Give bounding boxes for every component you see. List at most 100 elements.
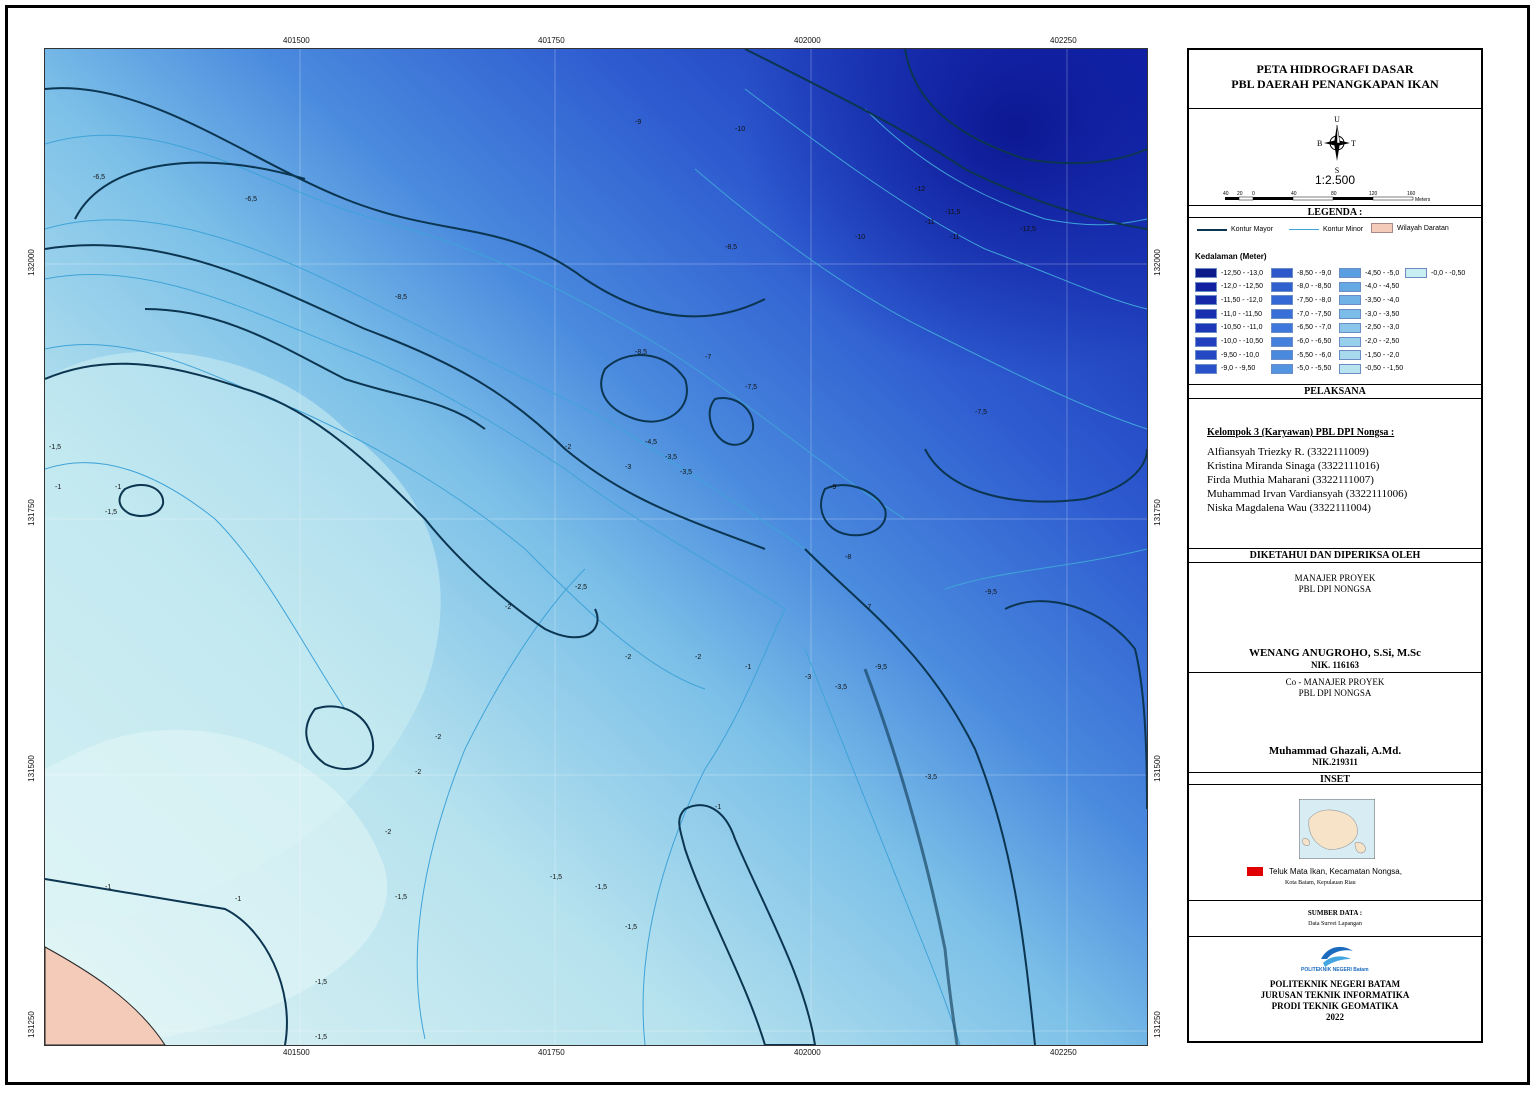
contour-label: -8,5 (725, 244, 737, 251)
contour-label: -2 (505, 604, 511, 611)
map-info-panel: PETA HIDROGRAFI DASAR PBL DAERAH PENANGK… (1187, 48, 1483, 1043)
inset-marker (1247, 867, 1263, 876)
co-manager-name: Muhammad Ghazali, A.Md. (1268, 745, 1402, 757)
depth-class-label: -12,0 - -12,50 (1221, 283, 1264, 291)
depth-class-item: -10,0 - -10,50 (1195, 336, 1264, 347)
depth-class-item: -9,0 - -9,50 (1195, 363, 1255, 374)
scalebar-label: 120 (1369, 191, 1378, 197)
program-name: PRODI TEKNIK GEOMATIKA (1271, 1001, 1399, 1011)
legend-land: Wilayah Daratan (1371, 223, 1449, 233)
contour-label: -7,5 (975, 409, 987, 416)
depth-class-label: -6,0 - -6,50 (1297, 338, 1332, 345)
manager-nik: NIK. 116163 (1310, 660, 1359, 670)
depth-class-item: -0,0 - -0,50 (1405, 268, 1465, 278)
contour-label: -1 (55, 484, 61, 491)
depth-class-item: -3,50 - -4,0 (1339, 295, 1399, 306)
depth-class-swatch (1195, 309, 1217, 320)
depth-class-label: -7,50 - -8,0 (1297, 296, 1332, 304)
source-value: Data Survei Lapangan (1308, 921, 1362, 927)
contour-label: -1,5 (550, 874, 562, 881)
contour-label: -1,5 (595, 884, 607, 891)
contour-label: -3,5 (925, 774, 937, 781)
depth-class-swatch (1339, 322, 1361, 333)
member-item: Niska Magdalena Wau (3322111004) (1207, 502, 1371, 514)
manager-role: MANAJER PROYEK (1294, 573, 1376, 583)
contour-label: -2,5 (575, 584, 587, 591)
contour-label: -4,5 (645, 439, 657, 446)
depth-class-item: -4,50 - -5,0 (1339, 268, 1399, 278)
member-item: Kristina Miranda Sinaga (3322111016) (1207, 460, 1380, 472)
contour-label: -1,5 (315, 1034, 327, 1041)
map-year: 2022 (1326, 1012, 1344, 1022)
legend-major-contour: Kontur Mayor (1197, 226, 1273, 233)
scalebar-label: 80 (1331, 191, 1337, 197)
depth-class-label: -10,0 - -10,50 (1221, 338, 1264, 345)
depth-class-swatch (1195, 295, 1217, 306)
depth-class-swatch (1271, 281, 1293, 292)
y-coord-right-3: 131500 (1152, 755, 1162, 782)
member-list: Alfiansyah Triezky R. (3322111009) Krist… (1207, 445, 1407, 515)
depth-class-item: -12,0 - -12,50 (1195, 281, 1264, 292)
contour-label: -2 (415, 769, 421, 776)
co-manager-project: PBL DPI NONGSA (1298, 688, 1372, 698)
y-coord-left-2: 131750 (26, 499, 36, 526)
contour-label: -8 (845, 554, 851, 561)
scalebar-label: 20 (1237, 191, 1243, 197)
y-coord-left-4: 131250 (26, 1011, 36, 1038)
depth-legend-title: Kedalaman (Meter) (1195, 252, 1267, 261)
co-manager-nik: NIK.219311 (1312, 757, 1358, 767)
compass-w: B (1317, 139, 1322, 148)
contour-label: -2 (695, 654, 701, 661)
contour-label: -1 (715, 804, 721, 811)
depth-class-label: -0,0 - -0,50 (1431, 269, 1466, 277)
legend-major-label: Kontur Mayor (1231, 226, 1274, 233)
depth-class-swatch (1271, 336, 1293, 347)
contour-label: -9,5 (985, 589, 997, 596)
depth-class-swatch (1195, 363, 1217, 374)
compass-section: U S B T 1:2.500 40 20 0 40 80 120 160 Me… (1189, 108, 1481, 217)
depth-class-swatch (1195, 281, 1217, 292)
group-name: Kelompok 3 (Karyawan) PBL DPI Nongsa : (1207, 427, 1395, 438)
legend-minor-contour: Kontur Minor (1289, 226, 1363, 233)
depth-class-item: -4,0 - -4,50 (1339, 281, 1399, 292)
depth-class-swatch (1271, 322, 1293, 333)
institution-block: POLITEKNIK NEGERI Batam POLITEKNIK NEGER… (1189, 936, 1481, 1043)
depth-class-swatch (1271, 309, 1293, 320)
depth-class-item: -5,0 - -5,50 (1271, 363, 1331, 374)
contour-label: -6,5 (93, 174, 105, 181)
inset-caption-sub: Kota Batam, Kepulauan Riau (1285, 880, 1356, 886)
map-scale: 1:2.500 (1314, 173, 1356, 187)
contour-label: -7,5 (745, 384, 757, 391)
depth-class-label: -12,50 - -13,0 (1221, 269, 1264, 277)
contour-label: -2 (385, 829, 391, 836)
contour-label: -9 (830, 484, 836, 491)
contour-label: -9,5 (875, 664, 887, 671)
depth-class-label: -2,0 - -2,50 (1365, 338, 1400, 345)
depth-class-label: -8,50 - -9,0 (1297, 269, 1332, 277)
x-coord-bottom-1: 401500 (283, 1048, 310, 1057)
y-coord-right-4: 131250 (1152, 1011, 1162, 1038)
depth-class-item: -10,50 - -11,0 (1195, 322, 1263, 333)
contour-label: -12 (915, 186, 925, 193)
manager-block: MANAJER PROYEK PBL DPI NONGSA WENANG ANU… (1189, 562, 1481, 673)
contour-label: -1 (235, 896, 241, 903)
contour-label: -7 (705, 354, 711, 361)
title-line-2: PBL DAERAH PENANGKAPAN IKAN (1231, 77, 1439, 91)
x-coord-top-3: 402000 (794, 36, 821, 45)
member-item: Firda Muthia Maharani (3322111007) (1207, 474, 1374, 486)
pelaksana-title: PELAKSANA (1304, 386, 1366, 397)
bathymetry-map[interactable]: -6,5 -6,5 -9 -10 -12 -11,5 -11 -11 -12,5… (44, 48, 1148, 1046)
scalebar-label: 40 (1223, 191, 1229, 197)
manager-project: PBL DPI NONGSA (1298, 584, 1372, 594)
contour-label: -3,5 (835, 684, 847, 691)
depth-class-swatch (1339, 268, 1361, 278)
x-coord-top-2: 401750 (538, 36, 565, 45)
depth-class-item: -2,0 - -2,50 (1339, 336, 1400, 347)
contour-label: -3,5 (665, 454, 677, 461)
y-coord-right-2: 131750 (1152, 499, 1162, 526)
contour-label: -1,5 (625, 924, 637, 931)
checked-header: DIKETAHUI DAN DIPERIKSA OLEH (1189, 548, 1481, 563)
depth-class-label: -2,50 - -3,0 (1365, 324, 1400, 332)
depth-class-label: -9,50 - -10,0 (1221, 351, 1260, 359)
title-line-1: PETA HIDROGRAFI DASAR (1256, 62, 1414, 76)
